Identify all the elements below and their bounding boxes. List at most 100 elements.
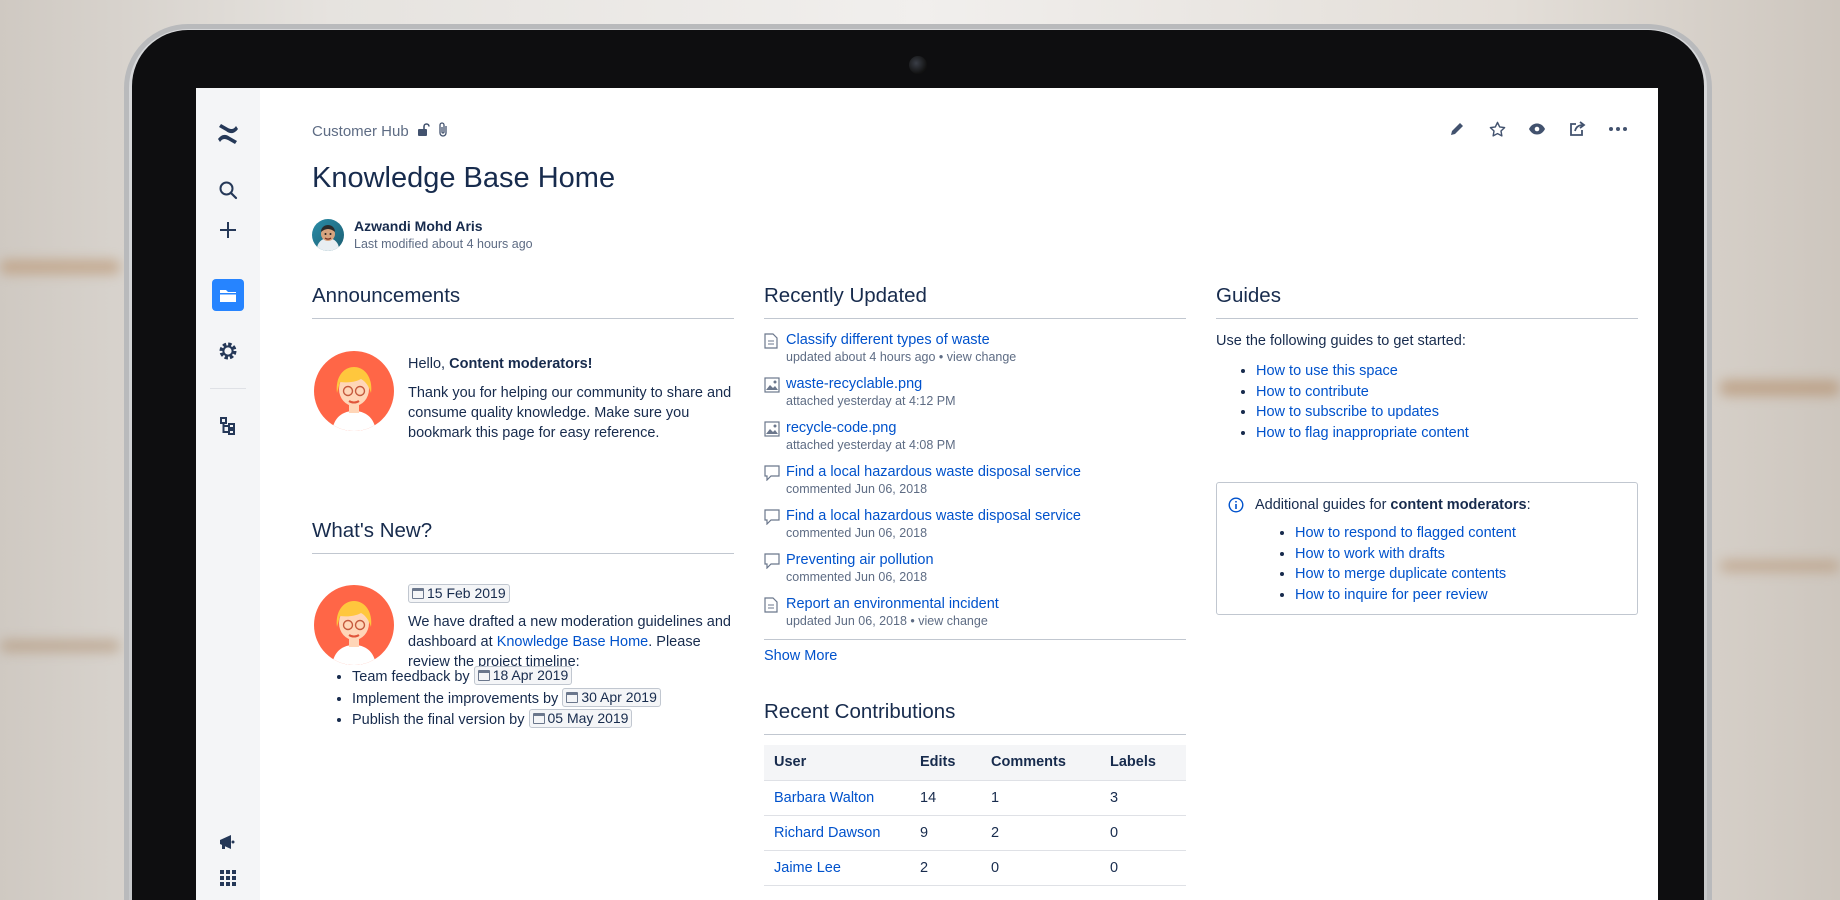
greeting-audience: Content moderators! (449, 356, 593, 372)
timeline-text: Publish the final version by (352, 712, 529, 728)
recent-item-link[interactable]: recycle-code.png (786, 419, 1186, 437)
page-content: Customer Hub Knowledge Base Home Azwandi… (260, 88, 1658, 900)
user-link[interactable]: Barbara Walton (774, 790, 874, 806)
date-lozenge[interactable]: 15 Feb 2019 (408, 584, 510, 603)
info-icon (1228, 497, 1244, 518)
notifications-megaphone-icon[interactable] (212, 826, 244, 858)
more-ellipsis-icon[interactable] (1608, 120, 1628, 138)
calendar-icon (412, 588, 424, 599)
labels-cell: 3 (1100, 780, 1186, 816)
recent-item-link[interactable]: Classify different types of waste (786, 331, 1186, 349)
search-icon[interactable] (212, 174, 244, 206)
date-value: 15 Feb 2019 (427, 585, 506, 601)
date-value: 05 May 2019 (547, 710, 629, 726)
recent-item-link[interactable]: Find a local hazardous waste disposal se… (786, 463, 1186, 481)
recent-item-meta: updated Jun 06, 2018 (786, 614, 907, 628)
table-row: Jaime Lee 2 0 0 (764, 850, 1186, 886)
table-row: Richard Dawson 9 2 0 (764, 815, 1186, 851)
guide-link[interactable]: How to use this space (1256, 363, 1398, 379)
page-icon (764, 333, 780, 349)
list-item: How to merge duplicate contents (1295, 564, 1623, 585)
unlock-icon[interactable] (417, 122, 430, 141)
watch-eye-icon[interactable] (1528, 120, 1546, 138)
whats-new-text: 15 Feb 2019 We have drafted a new modera… (408, 584, 734, 672)
page-tree-icon[interactable] (212, 410, 244, 442)
labels-cell: 0 (1100, 850, 1186, 886)
list-item: How to flag inappropriate content (1256, 423, 1638, 444)
app-switcher-grid-icon[interactable] (212, 862, 244, 894)
date-value: 30 Apr 2019 (581, 688, 657, 705)
recent-item-meta: commented Jun 06, 2018 (786, 482, 928, 496)
calendar-icon (477, 670, 490, 681)
gear-icon[interactable] (212, 335, 244, 367)
view-change-link[interactable]: view change (918, 614, 988, 628)
edits-cell: 14 (910, 780, 981, 816)
show-more-link[interactable]: Show More (764, 648, 1186, 664)
recent-item-link[interactable]: waste-recyclable.png (786, 375, 1186, 393)
guide-link[interactable]: How to merge duplicate contents (1295, 566, 1506, 582)
breadcrumb-space-link[interactable]: Customer Hub (312, 123, 409, 140)
calendar-icon (566, 691, 579, 703)
space-folder-icon[interactable] (212, 279, 244, 311)
list-item: How to work with drafts (1295, 544, 1623, 565)
webcam (909, 56, 927, 74)
star-icon[interactable] (1488, 120, 1506, 138)
date-lozenge[interactable]: 18 Apr 2019 (473, 666, 573, 685)
view-change-link[interactable]: view change (947, 350, 1017, 364)
recently-updated-list: Classify different types of waste update… (764, 319, 1186, 640)
announcement-panel: Hello, Content moderators! Thank you for… (312, 319, 734, 509)
background-shelf (0, 260, 120, 274)
info-audience: content moderators (1390, 497, 1527, 513)
comments-cell: 0 (981, 850, 1100, 886)
guides-intro: Use the following guides to get started: (1216, 333, 1466, 349)
recent-item-link[interactable]: Preventing air pollution (786, 551, 1186, 569)
info-panel-title: Additional guides for content moderators… (1255, 495, 1623, 515)
list-item: Implement the improvements by 30 Apr 201… (352, 687, 661, 710)
labels-cell: 0 (1100, 815, 1186, 851)
user-link[interactable]: Richard Dawson (774, 825, 880, 841)
guide-link[interactable]: How to flag inappropriate content (1256, 425, 1469, 441)
greeting-prefix: Hello, (408, 356, 450, 372)
author-name[interactable]: Azwandi Mohd Aris (354, 218, 533, 234)
recent-item-meta: attached yesterday at 4:12 PM (786, 394, 956, 408)
whats-new-body: We have drafted a new moderation guideli… (408, 612, 734, 672)
date-lozenge[interactable]: 30 Apr 2019 (562, 687, 661, 707)
paperclip-icon[interactable] (438, 122, 449, 141)
guide-link[interactable]: How to contribute (1256, 384, 1369, 400)
contributions-table: User Edits Comments Labels Barbara Walto… (764, 745, 1186, 886)
edit-pencil-icon[interactable] (1448, 120, 1466, 138)
list-item: How to use this space (1256, 361, 1638, 382)
recent-item-link[interactable]: Find a local hazardous waste disposal se… (786, 507, 1186, 525)
recent-item-link[interactable]: Report an environmental incident (786, 595, 1186, 613)
guide-link[interactable]: How to respond to flagged content (1295, 525, 1516, 541)
moderator-avatar (314, 585, 394, 665)
page-byline: Azwandi Mohd Aris Last modified about 4 … (312, 218, 533, 251)
recent-item-meta: commented Jun 06, 2018 (786, 526, 928, 540)
guide-link[interactable]: How to subscribe to updates (1256, 404, 1439, 420)
date-lozenge[interactable]: 05 May 2019 (528, 709, 633, 728)
announcements-heading: Announcements (312, 284, 734, 319)
comments-cell: 1 (981, 780, 1100, 816)
author-avatar[interactable] (312, 218, 344, 251)
info-text: Additional guides for (1255, 497, 1391, 513)
timeline-list: Team feedback by 18 Apr 2019 Implement t… (312, 666, 661, 731)
share-icon[interactable] (1568, 120, 1586, 138)
image-icon (764, 421, 780, 437)
moderator-avatar (314, 351, 394, 431)
knowledge-base-home-link[interactable]: Knowledge Base Home (497, 634, 649, 650)
list-item: How to subscribe to updates (1256, 402, 1638, 423)
user-link[interactable]: Jaime Lee (774, 860, 841, 876)
last-modified[interactable]: Last modified about 4 hours ago (354, 237, 533, 251)
image-icon (764, 377, 780, 393)
recent-item-meta: commented Jun 06, 2018 (786, 570, 928, 584)
create-plus-icon[interactable] (212, 214, 244, 246)
list-item: How to respond to flagged content (1295, 523, 1623, 544)
info-text: : (1526, 497, 1531, 513)
guide-link[interactable]: How to inquire for peer review (1295, 587, 1488, 603)
column-header: Labels (1100, 745, 1186, 781)
column-header: User (764, 745, 910, 781)
page-title: Knowledge Base Home (312, 162, 616, 194)
confluence-logo-icon[interactable] (212, 118, 244, 150)
confluence-screen: Customer Hub Knowledge Base Home Azwandi… (196, 88, 1658, 900)
guide-link[interactable]: How to work with drafts (1295, 546, 1445, 562)
